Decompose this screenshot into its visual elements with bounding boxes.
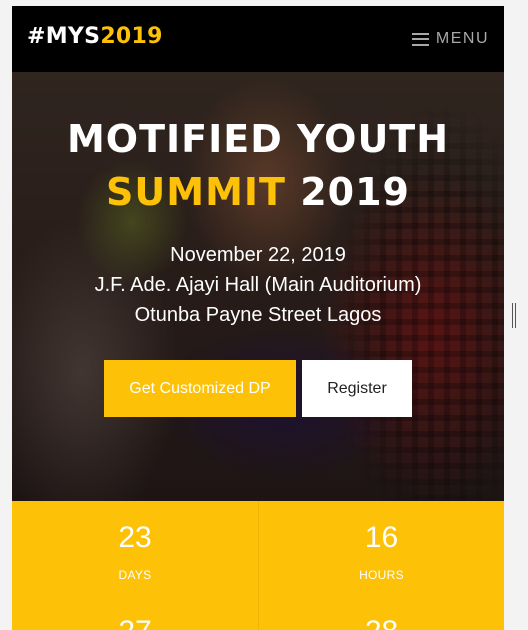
countdown-minutes-value: 27	[12, 615, 258, 630]
hero-title-year: 2019	[300, 170, 410, 214]
hero-section: MOTIFIED YOUTH SUMMIT 2019 November 22, …	[12, 72, 504, 501]
countdown-days: 23 DAYS 27	[12, 501, 258, 630]
countdown-days-label: DAYS	[118, 568, 152, 582]
register-button[interactable]: Register	[302, 360, 412, 417]
resize-handle[interactable]	[512, 303, 517, 328]
brand-logo[interactable]: #MYS2019	[27, 24, 163, 49]
brand-year: 2019	[100, 24, 163, 49]
menu-label: MENU	[435, 30, 489, 47]
page-frame: #MYS2019 MENU MOTIFIED YOUTH SUMMIT 2019…	[12, 6, 504, 630]
brand-prefix: #MYS	[27, 24, 101, 49]
countdown-seconds-value: 28	[259, 615, 504, 630]
event-date: November 22, 2019	[170, 244, 346, 266]
countdown-days-value: 23	[118, 521, 152, 554]
countdown-section: 23 DAYS 27 16 HOURS 28	[12, 501, 504, 630]
navbar: #MYS2019 MENU	[12, 6, 504, 72]
hero-title-line2: SUMMIT 2019	[12, 173, 504, 211]
hero-title-accent: SUMMIT	[106, 170, 286, 214]
menu-button[interactable]: MENU	[411, 30, 489, 48]
hero-title-line1: MOTIFIED YOUTH	[66, 117, 450, 161]
event-address: Otunba Payne Street Lagos	[134, 304, 382, 326]
hamburger-icon	[411, 32, 429, 46]
get-customized-dp-button[interactable]: Get Customized DP	[104, 360, 296, 417]
countdown-hours-value: 16	[364, 521, 399, 554]
event-venue: J.F. Ade. Ajayi Hall (Main Auditorium)	[94, 274, 422, 296]
countdown-hours: 16 HOURS 28	[258, 501, 504, 630]
countdown-hours-label: HOURS	[359, 568, 404, 582]
